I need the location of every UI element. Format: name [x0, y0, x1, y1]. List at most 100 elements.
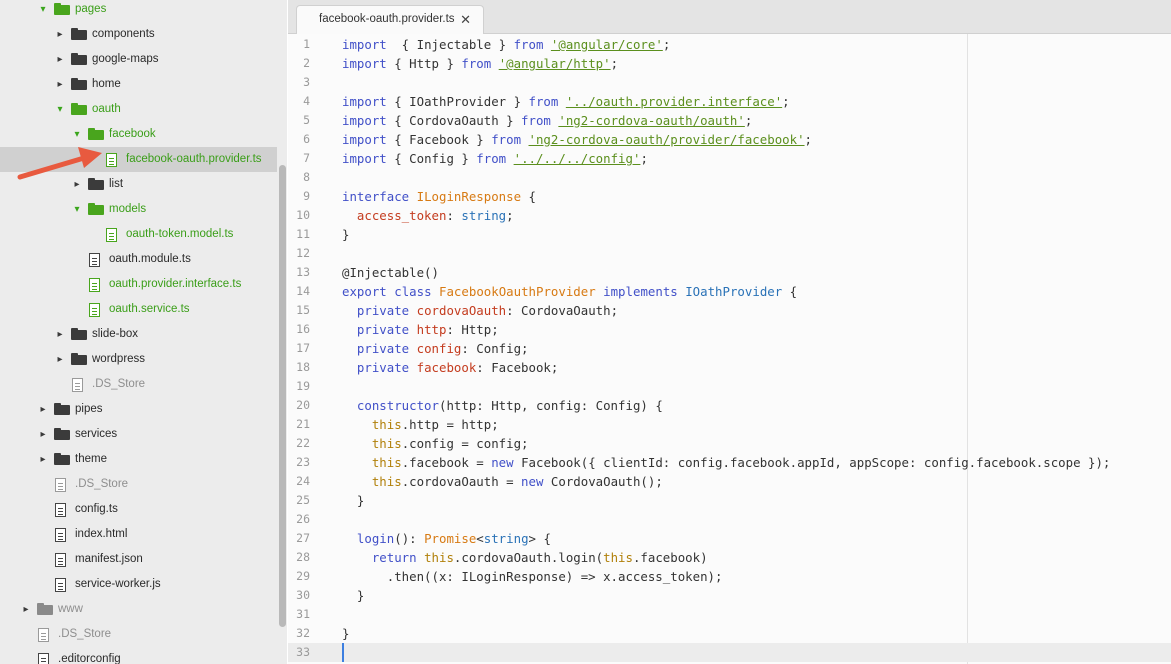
- code-token: private: [356, 303, 410, 318]
- code-editor[interactable]: 1 import { Injectable } from '@angular/co…: [288, 34, 1171, 664]
- code-line[interactable]: 16 private http: Http;: [288, 320, 1171, 339]
- tree-item-label: www: [58, 602, 83, 615]
- code-line[interactable]: 9 interface ILoginResponse {: [288, 187, 1171, 206]
- code-token: string: [483, 531, 529, 546]
- chevron-right-icon[interactable]: ▸: [38, 422, 48, 447]
- code-line[interactable]: 1 import { Injectable } from '@angular/co…: [288, 35, 1171, 54]
- chevron-down-icon[interactable]: ▾: [72, 197, 82, 222]
- code-line[interactable]: 8: [288, 168, 1171, 187]
- chevron-right-icon[interactable]: ▸: [38, 397, 48, 422]
- file-icon: [38, 627, 49, 642]
- code-token: <: [476, 531, 484, 546]
- line-number: 5: [303, 113, 310, 127]
- code-line[interactable]: 28 return this.cordovaOauth.login(this.f…: [288, 548, 1171, 567]
- tree-item-label: components: [92, 27, 155, 40]
- tree-folder[interactable]: ▸ theme: [0, 447, 277, 472]
- code-line[interactable]: 22 this.config = config;: [288, 434, 1171, 453]
- code-token: ;: [506, 208, 514, 223]
- tree-folder[interactable]: ▸ components: [0, 22, 277, 47]
- sidebar-scrollbar-thumb[interactable]: [279, 165, 286, 627]
- tree-item-label: pages: [75, 2, 107, 15]
- code-token: ;: [744, 113, 753, 128]
- tab-facebook-oauth-provider[interactable]: facebook-oauth.provider.ts ✕: [296, 5, 484, 35]
- chevron-right-icon[interactable]: ▸: [55, 322, 65, 347]
- tree-file[interactable]: .DS_Store: [0, 372, 277, 397]
- chevron-right-icon[interactable]: ▸: [55, 47, 65, 72]
- tree-file[interactable]: oauth.module.ts: [0, 247, 277, 272]
- chevron-right-icon[interactable]: ▸: [21, 597, 31, 622]
- tree-item-label: oauth.service.ts: [109, 302, 190, 315]
- tree-file[interactable]: index.html: [0, 522, 277, 547]
- code-text: .then((x: ILoginResponse) => x.access_to…: [342, 567, 723, 586]
- tree-file[interactable]: config.ts: [0, 497, 277, 522]
- code-line[interactable]: 10 access_token: string;: [288, 206, 1171, 225]
- tree-file[interactable]: oauth.service.ts: [0, 297, 277, 322]
- code-line[interactable]: 25 }: [288, 491, 1171, 510]
- code-line[interactable]: 6 import { Facebook } from 'ng2-cordova-o…: [288, 130, 1171, 149]
- code-token: http: [416, 322, 447, 337]
- code-line[interactable]: 15 private cordovaOauth: CordovaOauth;: [288, 301, 1171, 320]
- close-icon[interactable]: ✕: [460, 6, 471, 33]
- code-line[interactable]: 32}: [288, 624, 1171, 643]
- code-line[interactable]: 26: [288, 510, 1171, 529]
- chevron-down-icon[interactable]: ▾: [38, 0, 48, 22]
- chevron-right-icon[interactable]: ▸: [55, 347, 65, 372]
- code-line[interactable]: 3: [288, 73, 1171, 92]
- code-line[interactable]: 18 private facebook: Facebook;: [288, 358, 1171, 377]
- tree-folder[interactable]: ▸ services: [0, 422, 277, 447]
- code-line[interactable]: 12: [288, 244, 1171, 263]
- line-number: 15: [296, 303, 310, 317]
- tree-folder[interactable]: ▸ slide-box: [0, 322, 277, 347]
- code-line[interactable]: 7 import { Config } from '../../../config…: [288, 149, 1171, 168]
- tree-file[interactable]: service-worker.js: [0, 572, 277, 597]
- tree-folder[interactable]: ▾ facebook: [0, 122, 277, 147]
- tree-folder[interactable]: ▾ oauth: [0, 97, 277, 122]
- code-line[interactable]: 20 constructor(http: Http, config: Confi…: [288, 396, 1171, 415]
- code-line[interactable]: 19: [288, 377, 1171, 396]
- code-line[interactable]: 29 .then((x: ILoginResponse) => x.access…: [288, 567, 1171, 586]
- chevron-down-icon[interactable]: ▾: [55, 97, 65, 122]
- code-token: Facebook({ clientId: config.facebook.app…: [513, 455, 1111, 470]
- tree-file[interactable]: manifest.json: [0, 547, 277, 572]
- file-icon: [38, 652, 49, 664]
- tab-label: facebook-oauth.provider.ts: [319, 13, 455, 25]
- code-line[interactable]: 5 import { CordovaOauth } from 'ng2-cordo…: [288, 111, 1171, 130]
- code-line[interactable]: 23 this.facebook = new Facebook({ client…: [288, 453, 1171, 472]
- chevron-right-icon[interactable]: ▸: [38, 447, 48, 472]
- tree-folder[interactable]: ▸ home: [0, 72, 277, 97]
- tree-file[interactable]: .editorconfig: [0, 647, 277, 664]
- tree-file[interactable]: oauth-token.model.ts: [0, 222, 277, 247]
- tree-folder[interactable]: ▸ wordpress: [0, 347, 277, 372]
- code-line[interactable]: 24 this.cordovaOauth = new CordovaOauth(…: [288, 472, 1171, 491]
- code-line[interactable]: 17 private config: Config;: [288, 339, 1171, 358]
- code-line[interactable]: 27 login(): Promise<string> {: [288, 529, 1171, 548]
- code-line[interactable]: 30 }: [288, 586, 1171, 605]
- code-token: { Config }: [386, 151, 477, 166]
- chevron-down-icon[interactable]: ▾: [72, 122, 82, 147]
- chevron-right-icon[interactable]: ▸: [55, 72, 65, 97]
- tree-file[interactable]: .DS_Store: [0, 622, 277, 647]
- code-line[interactable]: 14 export class FacebookOauthProvider imp…: [288, 282, 1171, 301]
- chevron-right-icon[interactable]: ▸: [55, 22, 65, 47]
- code-line[interactable]: 21 this.http = http;: [288, 415, 1171, 434]
- code-token: ;: [610, 56, 619, 71]
- code-text: this.config = config;: [342, 434, 529, 453]
- tree-file[interactable]: .DS_Store: [0, 472, 277, 497]
- tree-folder[interactable]: ▸ www: [0, 597, 277, 622]
- tree-folder[interactable]: ▸ pipes: [0, 397, 277, 422]
- tree-folder[interactable]: ▾ pages: [0, 0, 277, 22]
- code-line[interactable]: 13 @Injectable(): [288, 263, 1171, 282]
- code-token: }: [342, 493, 365, 508]
- code-line[interactable]: 31: [288, 605, 1171, 624]
- tree-folder[interactable]: ▸ google-maps: [0, 47, 277, 72]
- code-line[interactable]: 2 import { Http } from '@angular/http';: [288, 54, 1171, 73]
- tree-file[interactable]: oauth.provider.interface.ts: [0, 272, 277, 297]
- code-line[interactable]: 11}: [288, 225, 1171, 244]
- code-line[interactable]: 4 import { IOathProvider } from '../oauth…: [288, 92, 1171, 111]
- code-token: }: [342, 588, 365, 603]
- tree-folder[interactable]: ▾ models: [0, 197, 277, 222]
- code-token: login: [356, 531, 395, 546]
- code-line[interactable]: 33: [288, 643, 1171, 662]
